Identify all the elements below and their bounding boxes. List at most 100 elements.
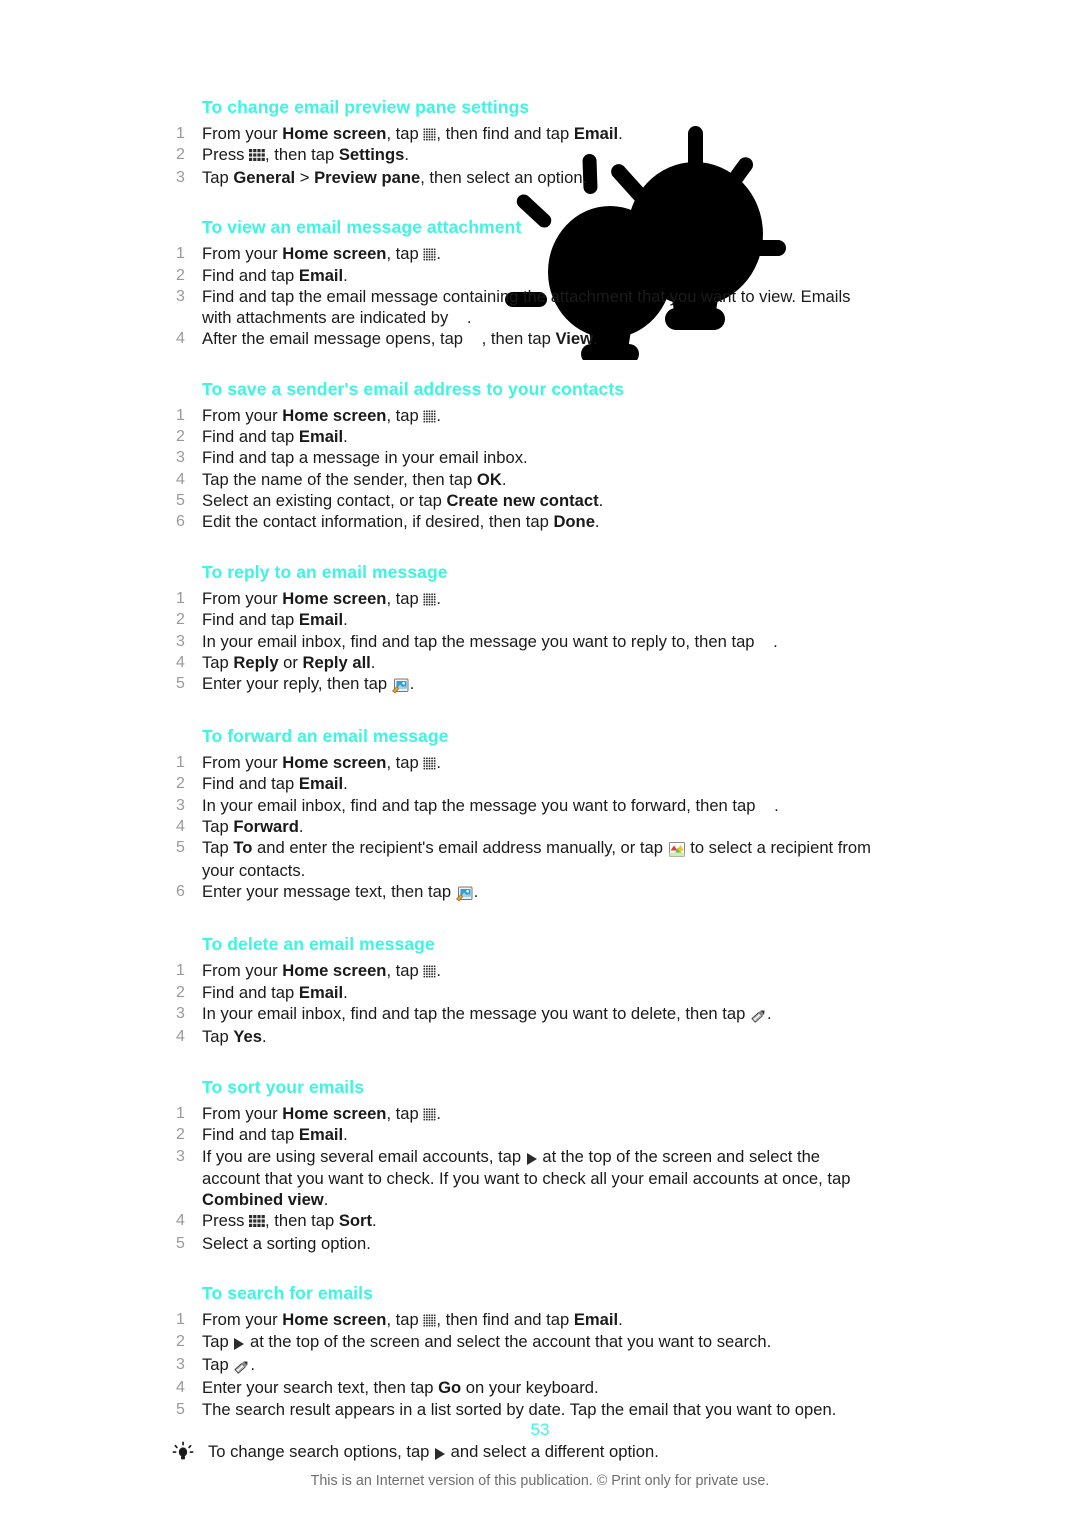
step-text: Tap (202, 653, 234, 673)
step-item: Find and tap Email. (172, 610, 872, 631)
step-text: . (501, 469, 507, 489)
step-text: , tap (386, 244, 424, 264)
step-text: , then tap (265, 1211, 339, 1231)
ui-term: General (233, 167, 296, 187)
ui-term: Home screen (282, 124, 387, 143)
step-text: . (773, 631, 778, 651)
menu-key-icon (249, 146, 265, 167)
step-text: Find and tap (202, 1125, 299, 1145)
step-text: , tap (386, 1103, 424, 1123)
step-text: , tap (386, 405, 424, 425)
step-text: Edit the contact information, if desired… (202, 512, 554, 532)
ui-term: Home screen (282, 244, 387, 264)
step-text: Tap (202, 1331, 234, 1351)
step-text: In your email inbox, find and tap the me… (202, 795, 761, 815)
step-text: Tap (202, 838, 234, 858)
ui-term: Email (298, 610, 344, 630)
step-text: . (618, 124, 623, 143)
step-list: From your Home screen, tap . Find and tap… (172, 1104, 872, 1255)
menu-key-icon (249, 1212, 265, 1233)
page-content: To change email preview pane settings Fro… (172, 96, 872, 1465)
step-item: Tap . (172, 1355, 872, 1378)
step-item: Enter your search text, then tap Go on y… (172, 1378, 872, 1399)
pencil-icon (750, 1006, 767, 1027)
instruction-section: To reply to an email message From your Ho… (172, 561, 872, 697)
forward-icon (760, 799, 774, 813)
step-text: . (766, 1003, 772, 1023)
ui-term: Settings (338, 145, 405, 165)
step-item: Tap Yes. (172, 1027, 872, 1048)
step-text: If you are using several email accounts,… (202, 1146, 526, 1166)
step-item: From your Home screen, tap , then find a… (172, 1310, 872, 1331)
step-text: Find and tap the email message containin… (202, 286, 851, 327)
step-item: From your Home screen, tap , then find a… (172, 124, 872, 145)
app-grid-icon (423, 409, 437, 423)
manual-page: To change email preview pane settings Fro… (0, 0, 1080, 1527)
app-grid-icon (423, 1314, 437, 1328)
step-text: . (298, 817, 304, 837)
step-text: The search result appears in a list sort… (202, 1399, 837, 1419)
step-item: Tap General > Preview pane, then select … (172, 168, 872, 189)
step-text: . (250, 1355, 255, 1375)
ui-term: Email (573, 124, 619, 143)
step-text: . (404, 145, 409, 165)
step-item: Find and tap Email. (172, 266, 872, 287)
step-text: . (436, 961, 441, 981)
step-text: Find and tap (202, 774, 299, 794)
step-item: Find and tap Email. (172, 427, 872, 448)
ui-term: Home screen (282, 589, 387, 609)
step-item: The search result appears in a list sort… (172, 1400, 872, 1421)
step-text: , then find and tap (436, 124, 574, 143)
contacts-icon (668, 840, 686, 861)
section-heading: To delete an email message (202, 934, 435, 955)
step-item: In your email inbox, find and tap the me… (172, 1004, 872, 1027)
step-item: From your Home screen, tap . (172, 753, 872, 774)
step-list: From your Home screen, tap . Find and tap… (172, 753, 872, 905)
ui-term: Create new contact (446, 491, 599, 511)
step-text: . (370, 653, 376, 673)
step-text: > (295, 167, 315, 187)
step-item: After the email message opens, tap , the… (172, 329, 872, 350)
step-item: Press , then tap Settings. (172, 145, 872, 167)
step-text: Select an existing contact, or tap (202, 491, 447, 511)
ui-term: Email (298, 774, 344, 794)
instruction-section: To change email preview pane settings Fro… (172, 96, 872, 188)
step-list: From your Home screen, tap . Find and tap… (172, 589, 872, 697)
app-grid-icon (423, 965, 437, 979)
step-item: From your Home screen, tap . (172, 1104, 872, 1125)
section-heading: To view an email message attachment (202, 217, 522, 238)
step-text: . (436, 589, 441, 609)
step-text: Tap the name of the sender, then tap (202, 469, 477, 489)
ui-term: Home screen (282, 1310, 387, 1330)
step-item: From your Home screen, tap . (172, 589, 872, 610)
step-item: From your Home screen, tap . (172, 406, 872, 427)
step-text: and enter the recipient's email address … (252, 838, 668, 858)
step-text: From your (202, 244, 283, 264)
ui-term: Forward (233, 817, 299, 837)
ui-term: Home screen (282, 405, 387, 425)
ui-term: Email (298, 427, 344, 447)
step-text: From your (202, 1310, 283, 1330)
step-list: From your Home screen, tap . Find and tap… (172, 244, 872, 349)
step-text: , then find and tap (436, 1310, 574, 1330)
step-list: From your Home screen, tap , then find a… (172, 124, 872, 188)
step-item: Tap To and enter the recipient's email a… (172, 838, 872, 882)
step-text: . (372, 1211, 377, 1231)
step-item: Edit the contact information, if desired… (172, 512, 872, 533)
pencil-icon (233, 1357, 250, 1378)
step-text: Enter your search text, then tap (202, 1378, 439, 1398)
step-text: . (436, 244, 441, 264)
step-item: Find and tap Email. (172, 774, 872, 795)
step-item: Enter your message text, then tap . (172, 882, 872, 905)
attachment-icon (453, 311, 467, 325)
instruction-section: To delete an email message From your Home… (172, 933, 872, 1048)
step-text: at the top of the screen and select the … (245, 1331, 772, 1351)
page-number: 53 (530, 1420, 550, 1439)
step-text: , then tap (265, 145, 339, 165)
tip-note: To change search options, tap and select… (172, 1441, 872, 1465)
step-item: Tap Reply or Reply all. (172, 653, 872, 674)
app-grid-icon (423, 757, 437, 771)
ui-term: To (233, 838, 253, 858)
ui-term: Sort (338, 1211, 373, 1231)
ui-term: Reply all (302, 653, 371, 673)
